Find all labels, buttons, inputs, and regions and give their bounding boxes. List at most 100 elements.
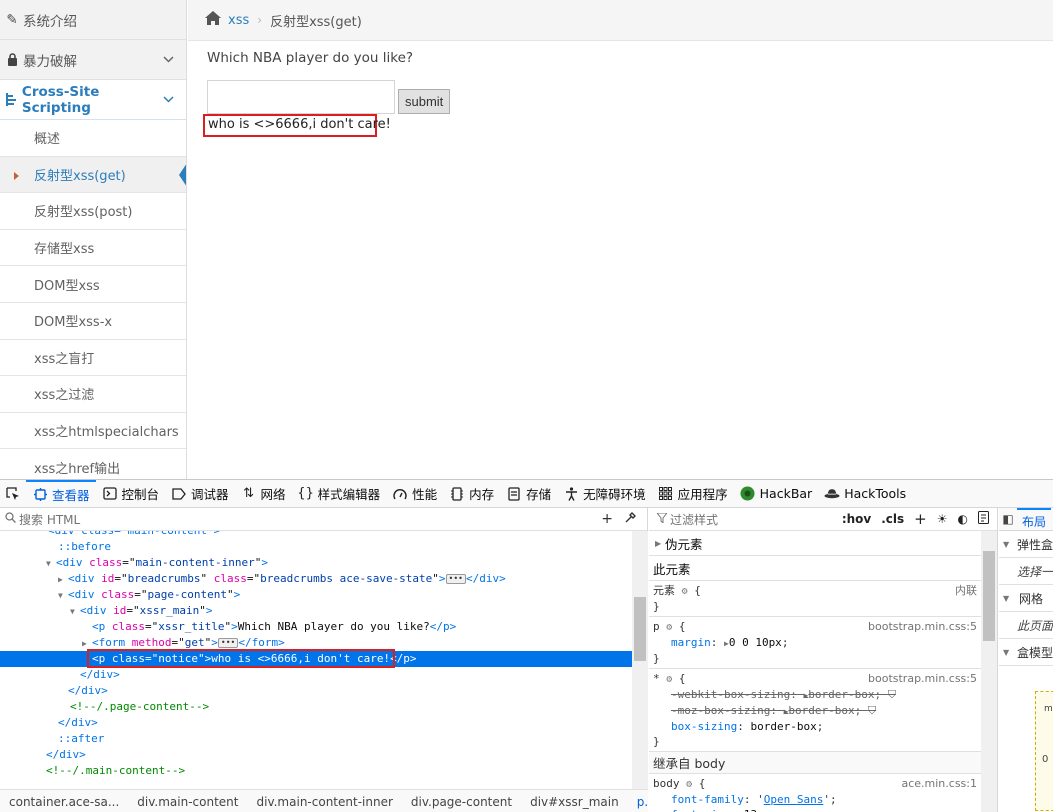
tree-line[interactable]: ::before: [0, 539, 632, 555]
box-model-value[interactable]: 0: [1042, 754, 1048, 765]
print-media-icon[interactable]: [978, 511, 989, 527]
tab-storage[interactable]: 存储: [500, 480, 557, 507]
rule-body[interactable]: body ⚙ { ace.min.css:1 font-family: 'Ope…: [649, 774, 997, 812]
sidebar-item-bruteforce[interactable]: 暴力破解: [0, 40, 186, 80]
rule-source[interactable]: ace.min.css:1: [901, 776, 977, 791]
html-breadcrumb-item[interactable]: div.main-content: [128, 795, 247, 809]
property-value[interactable]: 0 0 10px: [729, 636, 782, 649]
tab-network[interactable]: ⇅ 网络: [235, 480, 292, 507]
tab-hackbar[interactable]: HackBar: [734, 480, 819, 507]
sidebar-subitem-active[interactable]: 反射型xss(get): [0, 156, 186, 194]
html-breadcrumb-item[interactable]: div.main-content-inner: [248, 795, 402, 809]
html-breadcrumb-item-current[interactable]: p.notice: [628, 795, 648, 809]
add-node-icon[interactable]: +: [601, 511, 613, 527]
property-value[interactable]: border-box: [750, 720, 816, 733]
tab-style-editor[interactable]: {} 样式编辑器: [292, 480, 387, 507]
sidebar-item-intro[interactable]: ✎ 系统介绍: [0, 0, 186, 40]
sidebar-subitem[interactable]: xss之href输出: [0, 449, 186, 479]
tab-performance[interactable]: 性能: [386, 480, 443, 507]
element-picker-icon[interactable]: [0, 480, 26, 507]
property-name[interactable]: font-family: [671, 793, 744, 806]
sidebar-subitem[interactable]: 反射型xss(post): [0, 193, 186, 230]
tree-line[interactable]: ::after: [0, 731, 632, 747]
hov-toggle[interactable]: :hov: [842, 512, 871, 526]
expanded-arrow-icon[interactable]: ▼: [46, 556, 56, 572]
gear-icon[interactable]: ⚙: [682, 586, 688, 597]
property-value[interactable]: 13px: [744, 808, 771, 812]
home-icon[interactable]: [204, 10, 222, 30]
grid-section[interactable]: ▼ 网格: [999, 585, 1053, 612]
sidebar-subitem[interactable]: 概述: [0, 120, 186, 157]
sidebar-subitem[interactable]: DOM型xss: [0, 266, 186, 303]
tab-hacktools[interactable]: HackTools: [818, 480, 912, 507]
html-search[interactable]: 搜索 HTML +: [0, 508, 647, 531]
html-breadcrumb-item[interactable]: div.page-content: [402, 795, 521, 809]
property-value[interactable]: border-box: [808, 688, 874, 701]
tab-inspector[interactable]: 查看器: [26, 480, 96, 507]
player-input[interactable]: [207, 80, 395, 114]
tree-line[interactable]: </div>: [0, 715, 632, 731]
sidebar-subitem[interactable]: DOM型xss-x: [0, 302, 186, 340]
rule-p[interactable]: p ⚙ { bootstrap.min.css:5 margin: ▶0 0 1…: [649, 617, 997, 669]
sidebar-item-xss[interactable]: Cross-Site Scripting: [0, 80, 186, 120]
light-mode-icon[interactable]: ☀: [937, 512, 948, 526]
property-name[interactable]: font-size: [671, 808, 731, 812]
rule-universal[interactable]: * ⚙ { bootstrap.min.css:5 -webkit-box-si…: [649, 669, 997, 752]
collapsed-arrow-icon[interactable]: ▶: [58, 572, 68, 588]
tab-layout[interactable]: 布局: [1017, 508, 1052, 530]
sidebar-subitem[interactable]: xss之htmlspecialchars: [0, 412, 186, 450]
tab-application[interactable]: 应用程序: [652, 480, 734, 507]
dark-mode-icon[interactable]: ◐: [958, 512, 968, 526]
sidebar-toggle-icon[interactable]: ◧: [999, 512, 1017, 526]
tree-line[interactable]: <!--/.main-content-->: [0, 763, 632, 779]
sidebar-subitem[interactable]: xss之过滤: [0, 376, 186, 413]
expanded-arrow-icon[interactable]: ▼: [58, 588, 68, 604]
tree-line[interactable]: ▶ <div id="breadcrumbs" class="breadcrumb…: [0, 571, 632, 587]
scrollbar-thumb[interactable]: [983, 551, 995, 641]
rule-element[interactable]: 元素 ⚙ { 内联 }: [649, 581, 997, 617]
tree-line[interactable]: </div>: [0, 667, 632, 683]
property-value[interactable]: border-box: [788, 704, 854, 717]
cls-toggle[interactable]: .cls: [881, 512, 904, 526]
tab-console[interactable]: 控制台: [96, 480, 166, 507]
tree-line[interactable]: <!--/.page-content-->: [0, 699, 632, 715]
gear-icon[interactable]: ⚙: [686, 779, 692, 790]
gear-icon[interactable]: ⚙: [666, 674, 672, 685]
submit-button[interactable]: submit: [398, 89, 451, 114]
sidebar-subitem[interactable]: 存储型xss: [0, 229, 186, 267]
expanded-arrow-icon[interactable]: ▼: [70, 604, 80, 620]
property-name[interactable]: -moz-box-sizing: [671, 704, 770, 717]
tree-line[interactable]: </div>: [0, 747, 632, 763]
breadcrumb-link[interactable]: xss: [228, 13, 249, 28]
property-value[interactable]: Open Sans: [764, 793, 824, 806]
tab-debugger[interactable]: 调试器: [165, 480, 235, 507]
html-scrollbar[interactable]: [632, 531, 648, 789]
property-name[interactable]: margin: [671, 636, 711, 649]
rules-scrollbar[interactable]: [981, 531, 997, 812]
rule-source[interactable]: 内联: [955, 583, 977, 598]
property-name[interactable]: box-sizing: [671, 720, 737, 733]
rule-source[interactable]: bootstrap.min.css:5: [868, 671, 977, 686]
sidebar-subitem[interactable]: xss之盲打: [0, 339, 186, 377]
flexbox-section[interactable]: ▼ 弹性盒: [999, 531, 1053, 558]
tab-accessibility[interactable]: 无障碍环境: [557, 480, 652, 507]
html-breadcrumb-item[interactable]: div#xssr_main: [521, 795, 628, 809]
tree-line[interactable]: ▼ <div id="xssr_main">: [0, 603, 632, 619]
pseudo-elements-header[interactable]: ▶ 伪元素: [649, 531, 997, 556]
scrollbar-thumb[interactable]: [634, 597, 646, 661]
rule-source[interactable]: bootstrap.min.css:5: [868, 619, 977, 634]
tab-memory[interactable]: 内存: [443, 480, 500, 507]
html-breadcrumb-item[interactable]: container.ace-sa...: [0, 795, 128, 809]
property-name[interactable]: -webkit-box-sizing: [671, 688, 790, 701]
tree-line-selected[interactable]: <p class="notice">who is <>6666,i don't …: [0, 649, 632, 668]
tree-line[interactable]: </div>: [0, 683, 632, 699]
boxmodel-section[interactable]: ▼ 盒模型: [999, 639, 1053, 666]
eyedropper-icon[interactable]: [625, 511, 637, 527]
add-rule-icon[interactable]: +: [914, 510, 927, 528]
tree-line[interactable]: ▼ <div class="page-content">: [0, 587, 632, 603]
rules-filter[interactable]: 过滤样式 :hov .cls + ☀ ◐: [649, 508, 997, 531]
ellipsis-badge[interactable]: •••: [217, 638, 239, 648]
tree-line[interactable]: ▼ <div class="main-content-inner">: [0, 555, 632, 571]
ellipsis-badge[interactable]: •••: [445, 574, 466, 584]
gear-icon[interactable]: ⚙: [666, 622, 672, 633]
